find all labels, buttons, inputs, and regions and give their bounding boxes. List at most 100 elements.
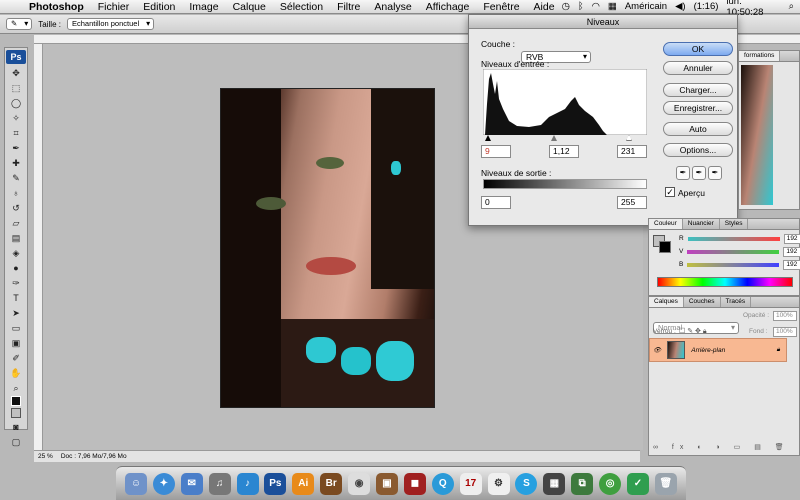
preview-icon[interactable]: ◉ [348, 472, 371, 495]
eraser-tool-icon[interactable]: ▱ [10, 217, 22, 229]
safari-icon[interactable]: ✦ [152, 472, 175, 495]
calculator-icon[interactable]: ▦ [543, 472, 566, 495]
flag-icon[interactable]: ▦ [608, 1, 617, 12]
menu-edition[interactable]: Edition [136, 1, 182, 13]
color-b-value[interactable]: 192 [783, 259, 800, 270]
tab-informations[interactable]: formations [739, 51, 781, 61]
brush-tool-icon[interactable]: ✎ [10, 172, 22, 184]
remote-icon[interactable]: ⧉ [571, 472, 594, 495]
ps-logo[interactable]: Ps [6, 50, 26, 64]
quick-mask-icon[interactable]: ◙ [10, 421, 22, 433]
clone-stamp-icon[interactable]: ♁ [10, 187, 22, 199]
keyboard-layout[interactable]: Américain [625, 1, 667, 12]
spotlight-icon[interactable]: ⌕ [789, 1, 794, 12]
annuler-button[interactable]: Annuler [663, 61, 733, 75]
color-b-slider[interactable] [687, 262, 780, 267]
levels-title[interactable]: Niveaux [469, 15, 737, 29]
ruler-vertical[interactable] [34, 44, 43, 450]
fill-field[interactable]: 100% [773, 327, 797, 337]
utility-icon[interactable]: ✓ [626, 472, 649, 495]
ok-button[interactable]: OK [663, 42, 733, 56]
timemachine-icon[interactable]: ◷ [562, 1, 570, 12]
tab-couleur[interactable]: Couleur [649, 219, 683, 229]
navigator-thumbnail[interactable] [741, 65, 773, 205]
layer-name[interactable]: Arrière-plan [691, 347, 725, 354]
calendar-icon[interactable]: 17 [459, 472, 482, 495]
volume-icon[interactable]: ◀) [675, 1, 685, 12]
photoshop-dock-icon[interactable]: Ps [264, 472, 287, 495]
quicktime-icon[interactable]: Q [431, 472, 454, 495]
gray-eyedropper-icon[interactable]: ✒ [692, 166, 706, 180]
gradient-tool-icon[interactable]: ▤ [10, 232, 22, 244]
foreground-color-swatch[interactable] [11, 396, 21, 406]
input-gamma-field[interactable]: 1,12 [549, 145, 579, 158]
healing-brush-icon[interactable]: ✚ [10, 157, 22, 169]
charger-button[interactable]: Charger... [663, 83, 733, 97]
auto-button[interactable]: Auto [663, 122, 733, 136]
photobooth-icon[interactable]: ▣ [375, 472, 398, 495]
trash-icon[interactable]: 🗑︎ [654, 472, 677, 495]
type-tool-icon[interactable]: T [10, 292, 22, 304]
notes-tool-icon[interactable]: ▣ [10, 337, 22, 349]
color-spectrum[interactable] [657, 277, 793, 287]
menu-selection[interactable]: Sélection [273, 1, 330, 13]
menu-fenetre[interactable]: Fenêtre [476, 1, 526, 13]
menu-aide[interactable]: Aide [527, 1, 562, 13]
menu-calque[interactable]: Calque [226, 1, 273, 13]
dvd-player-icon[interactable]: ◼ [403, 472, 426, 495]
white-eyedropper-icon[interactable]: ✒ [708, 166, 722, 180]
zoom-tool-icon[interactable]: ⌕ [10, 382, 22, 394]
menu-analyse[interactable]: Analyse [367, 1, 418, 13]
zoom-level[interactable]: 25 % [38, 453, 53, 460]
bridge-dock-icon[interactable]: Br [320, 472, 343, 495]
chrome-icon[interactable]: ◎ [599, 472, 622, 495]
tab-traces[interactable]: Tracés [721, 297, 752, 307]
opacity-field[interactable]: 100% [773, 311, 797, 321]
black-eyedropper-icon[interactable]: ✒ [676, 166, 690, 180]
input-white-field[interactable]: 231 [617, 145, 647, 158]
menu-fichier[interactable]: Fichier [91, 1, 137, 13]
background-color-swatch[interactable] [11, 408, 21, 418]
pen-tool-icon[interactable]: ✑ [10, 277, 22, 289]
output-white-field[interactable]: 255 [617, 196, 647, 209]
bg-color-swatch[interactable] [659, 241, 671, 253]
marquee-tool-icon[interactable]: ⬚ [10, 82, 22, 94]
options-button[interactable]: Options... [663, 143, 733, 157]
lock-icons[interactable]: ☐ ✎ ✥ 🔒︎ [679, 327, 707, 336]
apercu-checkbox[interactable]: ✓ [665, 187, 675, 197]
tab-styles[interactable]: Styles [720, 219, 749, 229]
blur-tool-icon[interactable]: ◈ [10, 247, 22, 259]
finder-icon[interactable]: ☺ [124, 472, 147, 495]
input-gamma-slider[interactable] [551, 135, 557, 141]
shape-tool-icon[interactable]: ▭ [10, 322, 22, 334]
itunes-icon[interactable]: ♫ [208, 472, 231, 495]
menu-affichage[interactable]: Affichage [419, 1, 477, 13]
move-tool-icon[interactable]: ✥ [10, 67, 22, 79]
dodge-tool-icon[interactable]: ● [10, 262, 22, 274]
input-black-field[interactable]: 9 [481, 145, 511, 158]
eye-visibility-icon[interactable]: 👁︎ [653, 346, 661, 354]
wifi-icon[interactable]: ◠ [592, 1, 600, 12]
layer-row-arriere-plan[interactable]: 👁︎ Arrière-plan 🔒︎ [649, 338, 787, 362]
output-black-field[interactable]: 0 [481, 196, 511, 209]
path-selection-icon[interactable]: ➤ [10, 307, 22, 319]
menu-filtre[interactable]: Filtre [330, 1, 367, 13]
doc-size[interactable]: Doc : 7,96 Mo/7,96 Mo [61, 453, 127, 460]
layers-footer-icons[interactable]: ∞ fx ◐ ◑ ▭ ▤ 🗑︎ [653, 443, 790, 451]
input-white-slider[interactable] [626, 135, 632, 141]
screen-mode-icon[interactable]: ▢ [10, 436, 22, 448]
lasso-tool-icon[interactable]: ◯ [10, 97, 22, 109]
mail-icon[interactable]: ✉ [180, 472, 203, 495]
input-black-slider[interactable] [485, 135, 491, 141]
bluetooth-icon[interactable]: ᛒ [578, 1, 584, 12]
battery-status[interactable]: (1:16) [694, 1, 719, 12]
color-v-slider[interactable] [687, 249, 780, 254]
color-r-slider[interactable] [687, 236, 780, 241]
magic-wand-icon[interactable]: ✧ [10, 112, 22, 124]
menu-photoshop[interactable]: Photoshop [22, 1, 91, 13]
crop-tool-icon[interactable]: ⌗ [10, 127, 22, 139]
hand-tool-icon[interactable]: ✋ [10, 367, 22, 379]
tab-calques[interactable]: Calques [649, 297, 684, 307]
tool-preset-picker[interactable]: ✎ [6, 18, 33, 30]
menu-image[interactable]: Image [182, 1, 225, 13]
